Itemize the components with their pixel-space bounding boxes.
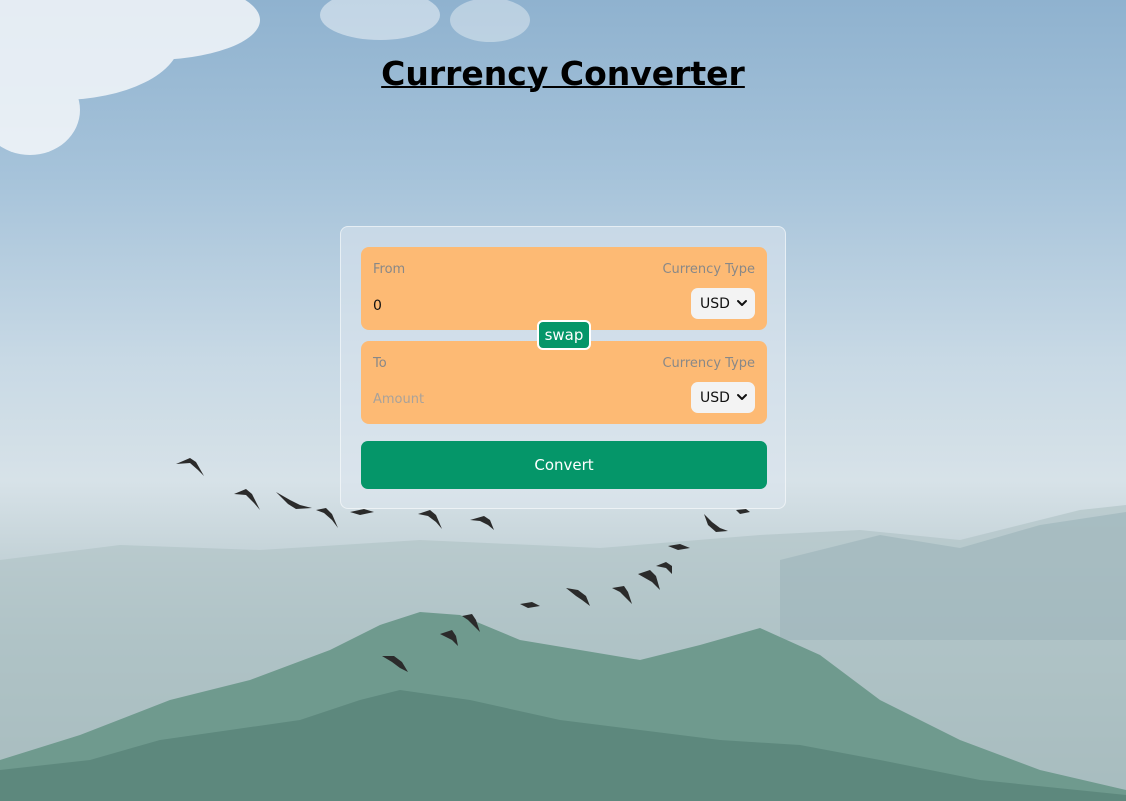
from-panel: From Currency Type USD	[361, 247, 767, 330]
chevron-down-icon	[737, 300, 747, 306]
from-label: From	[373, 262, 406, 277]
from-amount-input[interactable]	[373, 295, 623, 317]
to-amount-input[interactable]	[373, 388, 623, 410]
chevron-down-icon	[737, 394, 747, 400]
from-currency-select[interactable]: USD	[691, 288, 755, 319]
convert-button[interactable]: Convert	[361, 441, 767, 489]
converter-card: From Currency Type USD To Currency Type …	[340, 226, 786, 509]
to-currency-type-label: Currency Type	[662, 356, 755, 371]
from-currency-value: USD	[700, 295, 730, 312]
page-title: Currency Converter	[381, 54, 745, 93]
to-label: To	[373, 356, 387, 371]
to-currency-value: USD	[700, 389, 730, 406]
to-panel: To Currency Type USD	[361, 341, 767, 424]
from-currency-type-label: Currency Type	[662, 262, 755, 277]
swap-button[interactable]: swap	[537, 320, 591, 350]
to-currency-select[interactable]: USD	[691, 382, 755, 413]
